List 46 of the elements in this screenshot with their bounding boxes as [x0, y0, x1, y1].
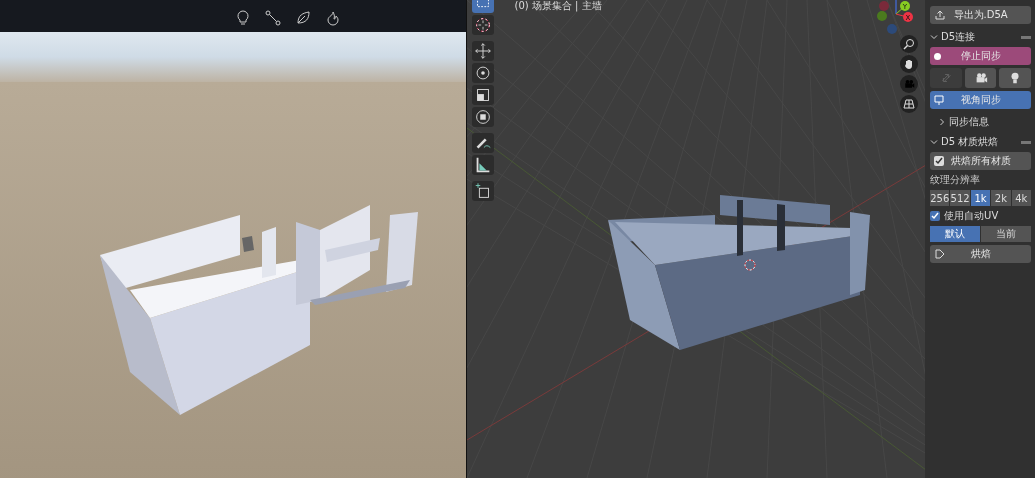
upload-icon [934, 9, 947, 21]
annotate-tool-button[interactable] [471, 133, 494, 153]
hand-icon[interactable] [899, 55, 918, 73]
chevron-icon[interactable] [930, 138, 939, 146]
chevron-icon[interactable] [930, 33, 939, 41]
measure-tool-button[interactable] [471, 155, 494, 175]
checkmark-icon [931, 212, 940, 220]
scale-tool-button[interactable] [471, 85, 494, 105]
move-tool-button[interactable] [471, 41, 494, 61]
leaf-icon[interactable] [294, 10, 311, 26]
checkbox[interactable] [930, 211, 941, 221]
resolution-option[interactable]: 2k [991, 190, 1011, 206]
view-sync-button[interactable]: 视角同步 [930, 91, 1031, 109]
section-title[interactable]: D5 材质烘焙 [941, 135, 999, 149]
resolution-label: 纹理分辨率 [930, 173, 982, 187]
node-link-icon[interactable] [264, 10, 281, 26]
monitor-icon [934, 94, 946, 106]
flame-icon[interactable] [324, 10, 341, 26]
move-icon [472, 41, 493, 61]
section-title[interactable]: 同步信息 [949, 115, 990, 129]
camera-button[interactable] [964, 68, 997, 88]
export-button[interactable]: 导出为.D5A [930, 6, 1031, 24]
resolution-option[interactable]: 4k [1011, 190, 1031, 206]
bake-button[interactable]: 烘焙 [930, 245, 1031, 263]
add-cube-tool-button[interactable] [471, 181, 494, 201]
cursor-tool-button[interactable] [471, 15, 494, 35]
resolution-option[interactable]: 1k [970, 190, 991, 206]
grid-icon[interactable] [899, 95, 918, 113]
light-button[interactable] [999, 68, 1031, 88]
chevron-icon[interactable] [938, 118, 947, 126]
bake-icon [934, 248, 947, 260]
resolution-option[interactable]: 256 [930, 190, 950, 206]
section-title[interactable]: D5连接 [941, 30, 976, 44]
stop-sync-button[interactable]: 停止同步 [930, 47, 1031, 65]
transform-tool-button[interactable] [471, 107, 494, 127]
lightbulb-icon[interactable] [234, 10, 251, 26]
rotate-tool-button[interactable] [471, 63, 494, 83]
mode-option[interactable]: 当前 [981, 226, 1031, 242]
checkbox-label: 使用自动UV [944, 209, 999, 223]
checkmark-icon [935, 157, 944, 165]
bake-all-toggle[interactable]: 烘焙所有材质 [930, 152, 1031, 170]
3d-cursor-icon [744, 259, 756, 271]
mode-option[interactable]: 默认 [930, 226, 981, 242]
resolution-option[interactable]: 512 [950, 190, 970, 206]
viewport-header: (0) 场景集合 | 主墙 [514, 0, 602, 13]
zoom-icon[interactable] [899, 35, 918, 53]
